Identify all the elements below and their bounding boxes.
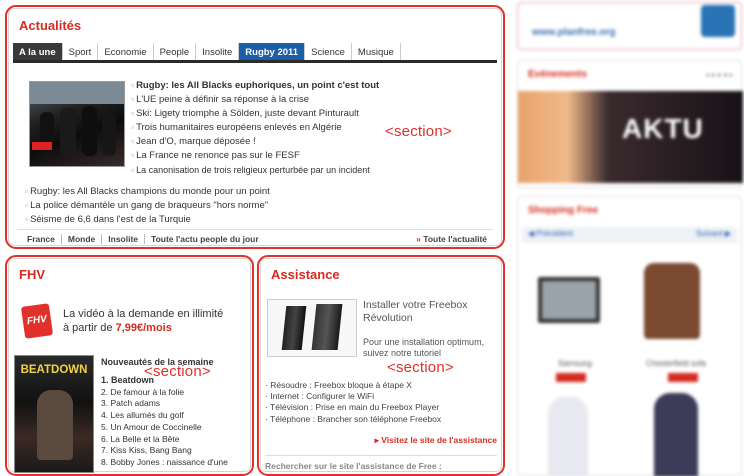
- headline-link[interactable]: Rugby: les All Blacks euphoriques, un po…: [131, 79, 379, 93]
- headline-link[interactable]: Jean d'O, marque déposée !: [131, 135, 379, 149]
- footer-link-people[interactable]: Toute l'actu people du jour: [145, 234, 265, 244]
- tab-rugby-2011[interactable]: Rugby 2011: [239, 43, 306, 60]
- promo-prefix: à partir de: [63, 322, 116, 334]
- assistance-link[interactable]: Téléphone : Brancher son téléphone Freeb…: [265, 414, 441, 425]
- install-headline[interactable]: Installer votre Freebox Révolution: [363, 299, 467, 325]
- tab-insolite[interactable]: Insolite: [196, 43, 240, 60]
- section-annotation: <section>: [144, 363, 211, 380]
- movie-link[interactable]: 6. La Belle et la Bête: [101, 434, 228, 446]
- headline-link[interactable]: La canonisation de trois religieux pertu…: [131, 163, 379, 178]
- movie-link[interactable]: 8. Bobby Jones : naissance d'une: [101, 457, 228, 469]
- product-tv-image[interactable]: [538, 277, 600, 323]
- movie-link[interactable]: 4. Les allumés du golf: [101, 410, 228, 422]
- product-chair-image[interactable]: [644, 263, 700, 339]
- right-sidebar: www.planfree.org Evénements ◂ ● ● ● ▸ AK…: [517, 0, 744, 476]
- events-title: Evénements: [528, 69, 587, 80]
- movie-link[interactable]: 5. Un Amour de Coccinelle: [101, 422, 228, 434]
- freebox-image[interactable]: [267, 299, 357, 357]
- assistance-link[interactable]: Résoudre : Freebox bloque à étape X: [265, 380, 441, 391]
- fhv-panel: FHV FHV La vidéo à la demande en illimit…: [8, 258, 251, 473]
- fhv-promo[interactable]: La vidéo à la demande en illimité à part…: [63, 307, 223, 335]
- next-link[interactable]: Suivant ▶: [696, 229, 731, 238]
- movie-link[interactable]: 7. Kiss Kiss, Bang Bang: [101, 445, 228, 457]
- fhv-title: FHV: [19, 267, 45, 282]
- headline-link[interactable]: Ski: Ligety triomphe à Sölden, juste dev…: [131, 107, 379, 121]
- assistance-title: Assistance: [271, 267, 340, 282]
- events-panel: Evénements ◂ ● ● ● ▸ AKTU: [517, 60, 743, 188]
- tab-sport[interactable]: Sport: [63, 43, 99, 60]
- product-name[interactable]: Samsung: [558, 359, 592, 368]
- planfree-logo: [701, 5, 735, 37]
- assistance-link[interactable]: Internet : Configurer le WiFi: [265, 391, 441, 402]
- rugby-photo[interactable]: [29, 81, 125, 167]
- movie-poster[interactable]: BEATDOWN: [14, 355, 94, 473]
- events-banner[interactable]: AKTU: [518, 91, 743, 183]
- more-headlines-list: Rugby: les All Blacks champions du monde…: [25, 185, 270, 227]
- headline-link[interactable]: Séisme de 6,6 dans l'est de la Turquie: [25, 213, 270, 227]
- actualites-tabs: A la une Sport Economie People Insolite …: [13, 43, 497, 63]
- shopping-panel: Shopping Free ◀ Précédent Suivant ▶ Sams…: [517, 196, 742, 476]
- planfree-banner[interactable]: www.planfree.org: [517, 2, 742, 50]
- shopping-nav-bar: ◀ Précédent Suivant ▶: [522, 227, 737, 243]
- product-clothing-image[interactable]: [654, 393, 698, 476]
- section-annotation: <section>: [385, 123, 452, 140]
- movie-link[interactable]: 2. De famour à la folie: [101, 387, 228, 399]
- shopping-title: Shopping Free: [528, 205, 598, 216]
- previous-link[interactable]: ◀ Précédent: [528, 229, 573, 238]
- all-news-link[interactable]: Toute l'actualité: [410, 234, 493, 244]
- movie-link[interactable]: 3. Patch adams: [101, 398, 228, 410]
- previous-label: Précédent: [536, 229, 573, 238]
- carousel-dots-icon[interactable]: ◂ ● ● ● ▸: [706, 71, 734, 79]
- promo-line-2: à partir de 7,99€/mois: [63, 321, 223, 335]
- movie-list: 1. Beatdown 2. De famour à la folie 3. P…: [101, 375, 228, 469]
- poster-title: BEATDOWN: [20, 364, 88, 376]
- tab-a-la-une[interactable]: A la une: [13, 43, 63, 60]
- section-annotation: <section>: [387, 359, 454, 376]
- headline-link[interactable]: La France ne renonce pas sur le FESF: [131, 149, 379, 163]
- assistance-links: Résoudre : Freebox bloque à étape X Inte…: [265, 380, 441, 425]
- tab-science[interactable]: Science: [305, 43, 352, 60]
- desc-line-2: suivez notre tutoriel: [363, 348, 442, 358]
- product-price-badge: [556, 373, 586, 382]
- product-price-badge: [668, 373, 698, 382]
- assistance-search-label: Rechercher sur le site l'assistance de F…: [265, 455, 497, 471]
- desc-line-1: Pour une installation optimum,: [363, 337, 485, 347]
- promo-price: 7,99€/mois: [115, 322, 172, 334]
- headline-line-1: Installer votre Freebox: [363, 299, 468, 311]
- headline-line-2: Révolution: [363, 312, 413, 324]
- fhv-logo[interactable]: FHV: [20, 303, 54, 339]
- planfree-url: www.planfree.org: [532, 27, 616, 38]
- footer-link-france[interactable]: France: [17, 234, 62, 244]
- footer-link-insolite[interactable]: Insolite: [102, 234, 146, 244]
- headline-link[interactable]: Trois humanitaires européens enlevés en …: [131, 121, 379, 135]
- tab-economie[interactable]: Economie: [98, 43, 154, 60]
- product-clothing-image[interactable]: [548, 397, 588, 476]
- visit-assistance-link[interactable]: Visitez le site de l'assistance: [375, 435, 497, 446]
- headline-link[interactable]: La police démantèle un gang de braqueurs…: [25, 199, 270, 213]
- banner-text: AKTU: [622, 113, 704, 144]
- footer-link-monde[interactable]: Monde: [62, 234, 103, 244]
- tab-people[interactable]: People: [154, 43, 197, 60]
- headline-link[interactable]: Rugby: les All Blacks champions du monde…: [25, 185, 270, 199]
- assistance-link[interactable]: Télévision : Prise en main du Freebox Pl…: [265, 402, 441, 413]
- actualites-footer: France Monde Insolite Toute l'actu peopl…: [17, 229, 493, 244]
- next-label: Suivant: [695, 229, 723, 238]
- install-description: Pour une installation optimum, suivez no…: [363, 337, 484, 359]
- actualites-panel: Actualités A la une Sport Economie Peopl…: [8, 8, 502, 246]
- product-name[interactable]: Chesterfield sofa: [646, 359, 706, 368]
- headline-list: Rugby: les All Blacks euphoriques, un po…: [131, 79, 379, 178]
- promo-line-1: La vidéo à la demande en illimité: [63, 308, 224, 320]
- headline-link[interactable]: L'UE peine à définir sa réponse à la cri…: [131, 93, 379, 107]
- assistance-panel: Assistance Installer votre Freebox Révol…: [260, 258, 502, 472]
- actualites-title: Actualités: [19, 18, 82, 33]
- tab-musique[interactable]: Musique: [352, 43, 401, 60]
